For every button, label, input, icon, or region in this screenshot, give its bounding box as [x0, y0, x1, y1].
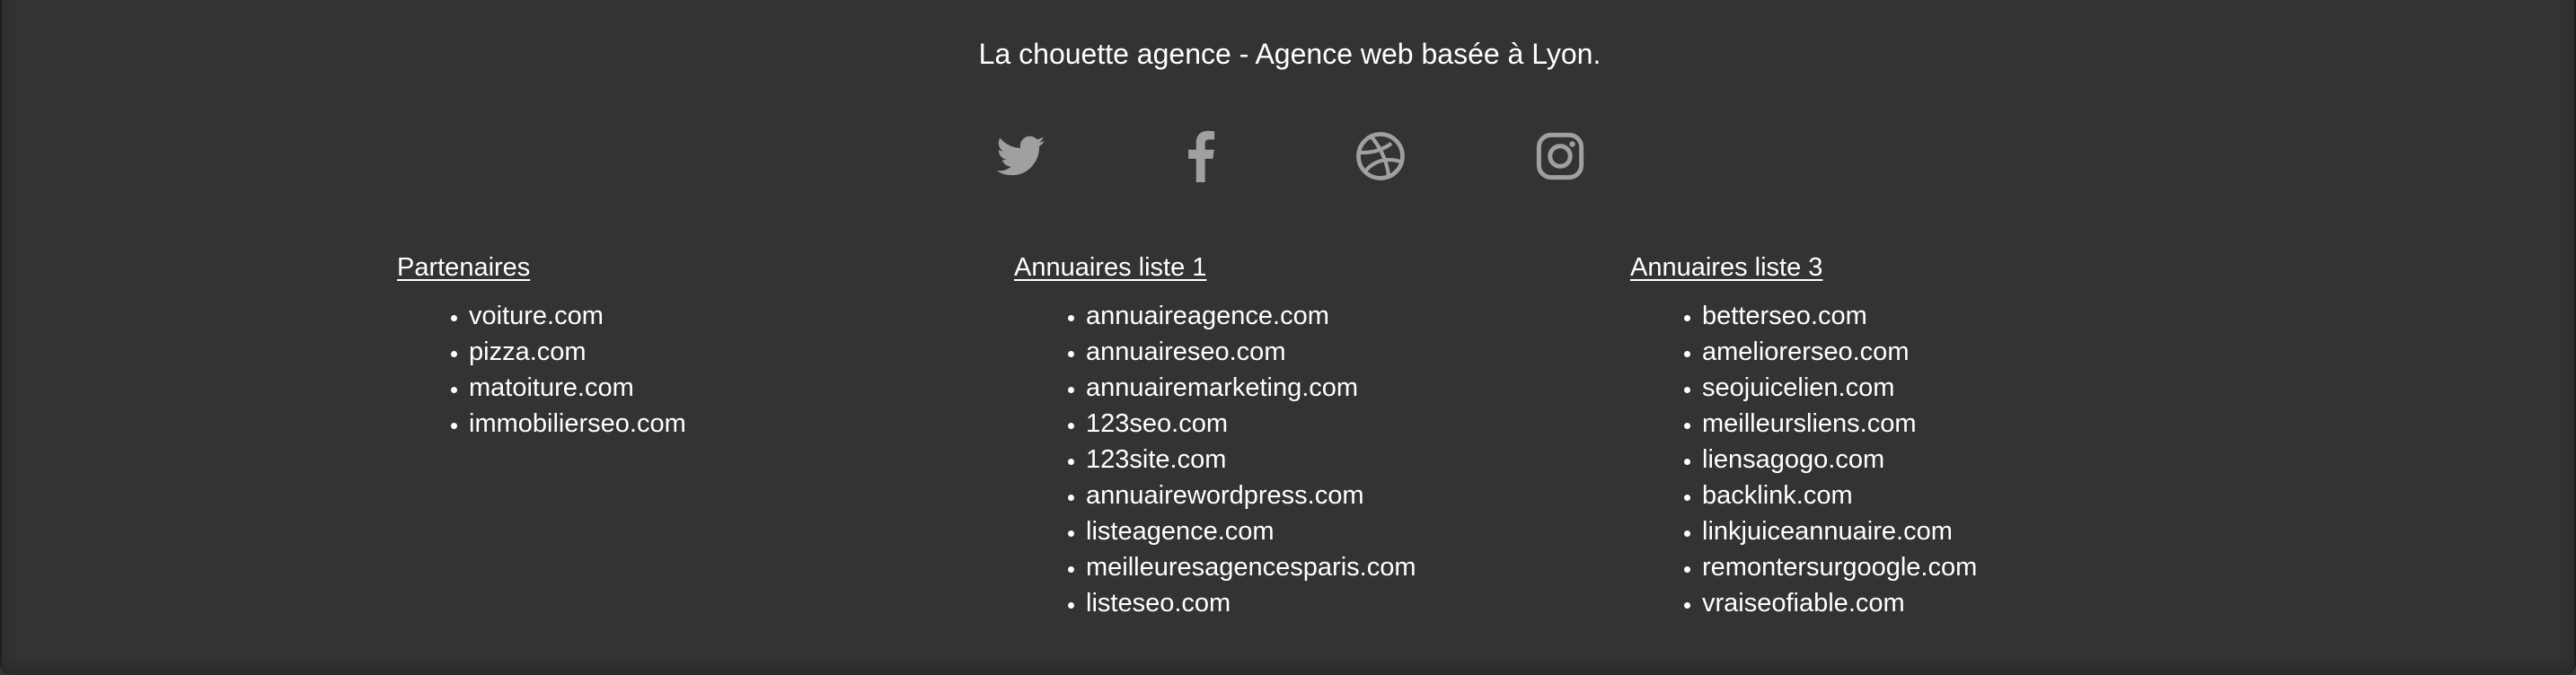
list-item[interactable]: seojuicelien.com — [1702, 370, 1977, 406]
link-list-partenaires: voiture.com pizza.com matoiture.com immo… — [397, 298, 686, 442]
list-item[interactable]: immobilierseo.com — [469, 406, 686, 442]
footer-tagline: La chouette agence - Agence web basée à … — [978, 38, 1601, 70]
list-item[interactable]: matoiture.com — [469, 370, 686, 406]
footer-column-annuaires-1: Annuaires liste 1 annuaireagence.com ann… — [1014, 250, 1416, 621]
list-item[interactable]: backlink.com — [1702, 478, 1977, 513]
list-item[interactable]: 123seo.com — [1086, 406, 1416, 442]
facebook-link[interactable] — [1169, 127, 1232, 185]
list-item[interactable]: meilleursliens.com — [1702, 406, 1977, 442]
list-item[interactable]: remontersurgoogle.com — [1702, 549, 1977, 585]
list-item[interactable]: vraiseofiable.com — [1702, 585, 1977, 621]
list-item[interactable]: 123site.com — [1086, 442, 1416, 478]
list-item[interactable]: betterseo.com — [1702, 298, 1977, 334]
site-footer: La chouette agence - Agence web basée à … — [0, 0, 2576, 675]
dribbble-icon — [1356, 132, 1405, 180]
list-item[interactable]: pizza.com — [469, 334, 686, 370]
facebook-icon — [1188, 130, 1215, 182]
twitter-icon — [997, 136, 1045, 176]
link-list-annuaires-3: betterseo.com ameliorerseo.com seojuicel… — [1630, 298, 1977, 621]
footer-column-annuaires-3: Annuaires liste 3 betterseo.com ameliore… — [1630, 250, 1977, 621]
list-item[interactable]: meilleuresagencesparis.com — [1086, 549, 1416, 585]
column-title-annuaires-3[interactable]: Annuaires liste 3 — [1630, 250, 1977, 285]
list-item[interactable]: annuaireseo.com — [1086, 334, 1416, 370]
column-title-partenaires[interactable]: Partenaires — [397, 250, 686, 285]
link-list-annuaires-1: annuaireagence.com annuaireseo.com annua… — [1014, 298, 1416, 621]
list-item[interactable]: linkjuiceannuaire.com — [1702, 513, 1977, 549]
list-item[interactable]: liensagogo.com — [1702, 442, 1977, 478]
list-item[interactable]: annuairemarketing.com — [1086, 370, 1416, 406]
list-item[interactable]: listeseo.com — [1086, 585, 1416, 621]
column-title-annuaires-1[interactable]: Annuaires liste 1 — [1014, 250, 1416, 285]
list-item[interactable]: annuaireagence.com — [1086, 298, 1416, 334]
footer-column-partenaires: Partenaires voiture.com pizza.com matoit… — [397, 250, 686, 442]
social-links — [990, 127, 1592, 185]
instagram-icon — [1536, 132, 1584, 180]
list-item[interactable]: ameliorerseo.com — [1702, 334, 1977, 370]
instagram-link[interactable] — [1529, 127, 1592, 185]
list-item[interactable]: voiture.com — [469, 298, 686, 334]
twitter-link[interactable] — [990, 127, 1053, 185]
dribbble-link[interactable] — [1349, 127, 1412, 185]
list-item[interactable]: listeagence.com — [1086, 513, 1416, 549]
list-item[interactable]: annuairewordpress.com — [1086, 478, 1416, 513]
